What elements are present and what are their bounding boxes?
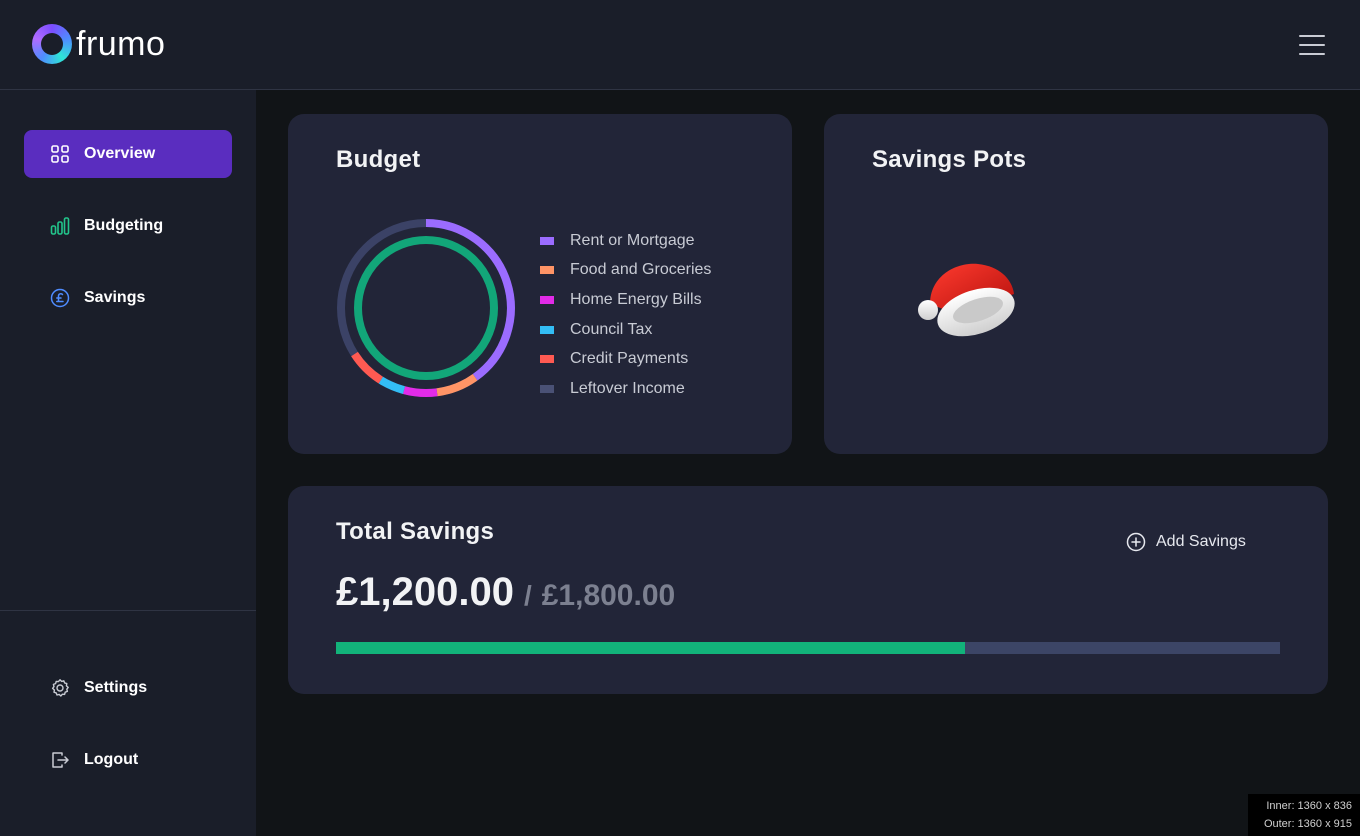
amount-separator: / <box>523 580 532 611</box>
legend-swatch <box>540 236 554 245</box>
sidebar-item-settings[interactable]: Settings <box>24 664 232 712</box>
legend-item: Credit Payments <box>540 344 711 374</box>
sidebar-item-label: Budgeting <box>84 217 164 234</box>
donut-segment-rent <box>425 219 515 381</box>
logo-text: frumo <box>76 25 166 63</box>
savings-amount: £1,200.00 / £1,800.00 <box>336 570 675 615</box>
legend-swatch <box>540 295 554 304</box>
donut-segment-energy <box>402 386 438 397</box>
legend-swatch <box>540 325 554 334</box>
legend-label: Rent or Mortgage <box>570 231 695 249</box>
add-savings-button[interactable]: Add Savings <box>1126 532 1246 552</box>
budget-legend: Rent or Mortgage Food and Groceries Home… <box>540 226 711 404</box>
donut-segment-council-tax <box>378 376 406 394</box>
donut-inner-ring <box>354 236 498 380</box>
savings-pots-card: Savings Pots <box>824 114 1328 454</box>
current-savings-amount: £1,200.00 <box>336 570 514 614</box>
legend-item: Council Tax <box>540 315 711 345</box>
bar-chart-icon <box>50 216 70 236</box>
pound-coin-icon <box>50 288 70 308</box>
sidebar-item-overview[interactable]: Overview <box>24 130 232 178</box>
legend-label: Leftover Income <box>570 379 685 397</box>
sidebar-item-label: Logout <box>84 751 139 768</box>
viewport-size-badge: Inner: 1360 x 836 Outer: 1360 x 915 <box>1248 794 1360 836</box>
logo[interactable]: frumo <box>32 24 165 64</box>
top-bar: frumo <box>0 0 1360 90</box>
sidebar-divider <box>0 610 256 611</box>
legend-label: Home Energy Bills <box>570 290 702 308</box>
legend-item: Rent or Mortgage <box>540 226 711 256</box>
legend-label: Credit Payments <box>570 350 689 368</box>
logout-icon <box>50 750 70 770</box>
budget-card: Budget Rent or Mortgage Food and Groceri… <box>288 114 792 454</box>
gear-icon <box>50 678 70 698</box>
savings-progress-bar <box>336 642 1280 654</box>
savings-pots-title: Savings Pots <box>872 146 1027 173</box>
sidebar-item-label: Savings <box>84 289 146 306</box>
legend-item: Food and Groceries <box>540 256 711 286</box>
santa-hat-image <box>918 263 1015 337</box>
budget-title: Budget <box>336 146 421 173</box>
legend-swatch <box>540 355 554 364</box>
viewport-inner-size: Inner: 1360 x 836 <box>1266 800 1352 812</box>
legend-swatch <box>540 384 554 393</box>
legend-swatch <box>540 266 554 275</box>
sidebar-item-label: Settings <box>84 679 148 696</box>
donut-segment-food <box>436 373 478 397</box>
sidebar-item-budgeting[interactable]: Budgeting <box>24 202 232 250</box>
sidebar-item-label: Overview <box>84 145 156 162</box>
savings-progress-fill <box>336 642 966 654</box>
sidebar-item-logout[interactable]: Logout <box>24 736 232 784</box>
sidebar: Overview Budgeting Savings Settings Logo… <box>0 90 256 836</box>
legend-label: Food and Groceries <box>570 261 712 279</box>
target-savings-amount: £1,800.00 <box>541 579 676 612</box>
logo-ring-icon <box>32 24 72 64</box>
budget-donut-chart <box>337 219 515 397</box>
grid-icon <box>50 144 70 164</box>
plus-circle-icon <box>1126 532 1146 552</box>
legend-item: Leftover Income <box>540 374 711 404</box>
sidebar-item-savings[interactable]: Savings <box>24 274 232 322</box>
viewport-outer-size: Outer: 1360 x 915 <box>1263 818 1352 830</box>
total-savings-title: Total Savings <box>336 518 495 545</box>
legend-label: Council Tax <box>570 320 653 338</box>
add-savings-label: Add Savings <box>1156 533 1246 550</box>
legend-item: Home Energy Bills <box>540 285 711 315</box>
hamburger-menu-icon[interactable] <box>1299 35 1325 55</box>
total-savings-card: Total Savings Add Savings £1,200.00 / £1… <box>288 486 1328 694</box>
